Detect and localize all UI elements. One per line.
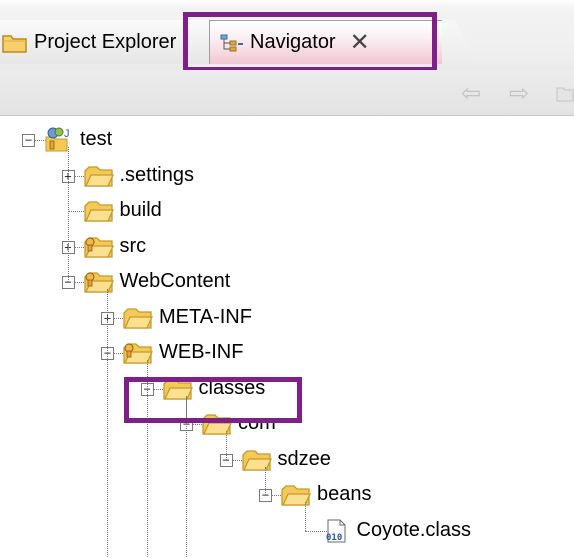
tree-item-label: com — [238, 412, 276, 434]
tree-guide-line — [186, 395, 187, 557]
folder-icon — [2, 31, 28, 53]
folder-decorated-icon — [123, 340, 153, 366]
folder-icon — [281, 482, 311, 508]
tree-item-label: build — [119, 199, 162, 221]
tree-guide-line — [146, 360, 148, 557]
tree-item-label: src — [119, 234, 147, 257]
tree-item[interactable] — [0, 338, 574, 368]
tree-item[interactable] — [0, 303, 574, 333]
folder-icon — [83, 163, 114, 189]
tab-navigator[interactable]: Navigator ✕ — [210, 20, 442, 64]
folder-icon — [241, 447, 272, 473]
tree-item[interactable] — [0, 409, 574, 439]
tree-guide-line — [107, 289, 108, 557]
tab-project-explorer-label: Project Explorer — [34, 30, 177, 53]
view-toolbar: ⇦ ⇨ — [0, 70, 574, 116]
folder-icon — [123, 305, 153, 331]
tree-item-label: sdzee — [277, 447, 331, 470]
tree-item-label: Coyote.class — [356, 518, 472, 541]
tab-project-explorer[interactable]: Project Explorer — [0, 20, 210, 64]
view-tab-strip: Project Explorer Navigator ✕ — [0, 0, 574, 71]
navigator-icon — [220, 33, 244, 53]
tree-item-label: META-INF — [159, 305, 252, 328]
back-arrow-icon[interactable]: ⇦ — [458, 80, 484, 107]
tree-item-label: beans — [317, 483, 372, 505]
tree-guide-line — [265, 466, 266, 495]
folder-decorated-icon — [83, 269, 114, 295]
tree-guide-line — [67, 147, 69, 282]
tree-item-label: test — [80, 128, 113, 150]
forward-arrow-icon[interactable]: ⇨ — [506, 80, 532, 107]
folder-icon — [83, 198, 114, 224]
tree-item[interactable] — [0, 516, 574, 546]
tree-guide-line — [225, 431, 227, 460]
folder-decorated-icon — [83, 234, 114, 260]
tree-guide-line — [304, 502, 306, 531]
svg-text:J: J — [64, 128, 70, 140]
project-icon: J — [44, 127, 74, 153]
folder-icon — [202, 411, 232, 437]
tree-item-label: WebContent — [119, 270, 231, 292]
tab-navigator-label: Navigator — [250, 31, 336, 53]
tree-item-label: WEB-INF — [159, 341, 244, 363]
tree-item[interactable] — [0, 374, 574, 404]
up-folder-icon[interactable] — [552, 80, 574, 106]
svg-text:010: 010 — [326, 533, 342, 543]
tree-item-label: .settings — [119, 163, 194, 186]
class-file-icon: 010 — [321, 518, 351, 544]
tab-edge — [436, 20, 574, 64]
collapse-icon[interactable]: − — [22, 134, 35, 147]
close-icon[interactable]: ✕ — [350, 30, 370, 55]
tree-item-label: classes — [198, 376, 266, 399]
navigator-tree: − Jtest + .settings build + src − WebContent + MET… — [0, 116, 574, 557]
folder-icon — [162, 376, 193, 402]
